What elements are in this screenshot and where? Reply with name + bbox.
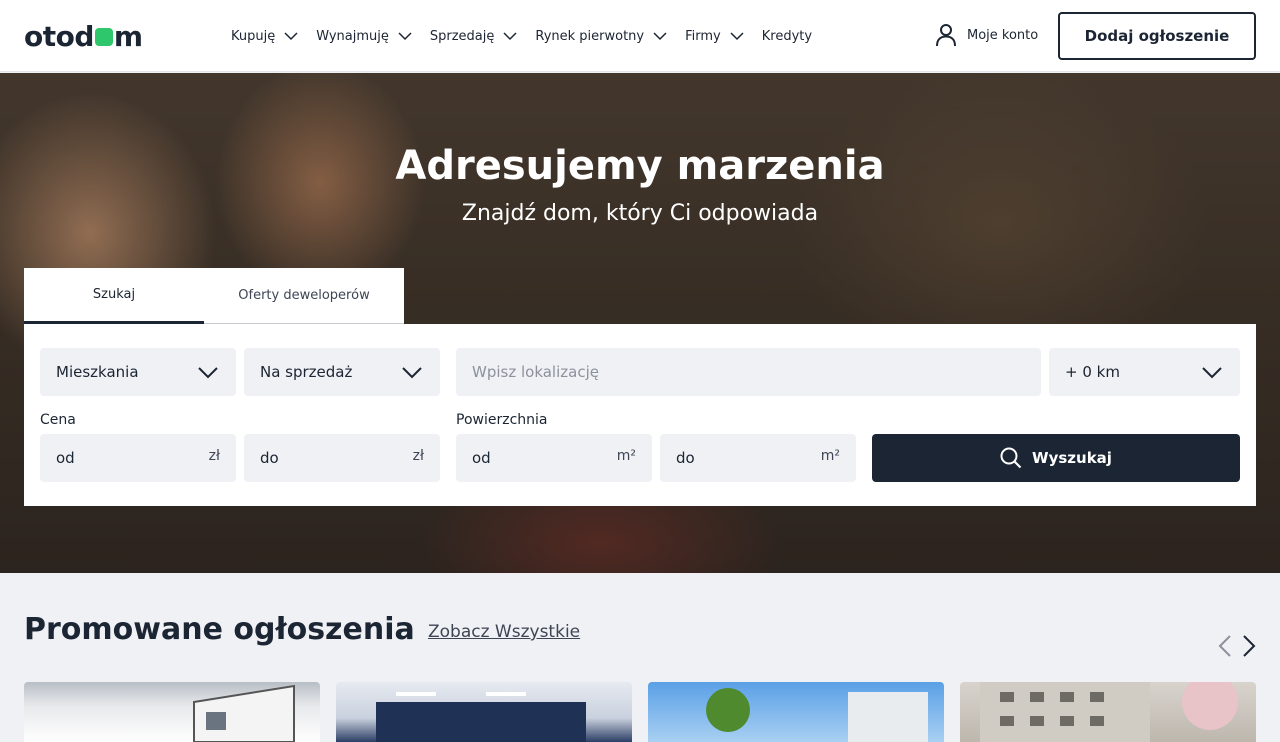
chevron-down-icon [653, 32, 667, 41]
location-placeholder: Wpisz lokalizację [472, 363, 599, 381]
building-image [193, 684, 295, 742]
user-icon [936, 24, 956, 47]
add-listing-button[interactable]: Dodaj ogłoszenie [1058, 12, 1256, 60]
promoted-title: Promowane ogłoszenia [24, 612, 415, 647]
nav-item-label: Kredyty [761, 28, 813, 44]
chevron-down-icon [730, 32, 744, 41]
area-to-value: do [676, 449, 695, 467]
price-unit: zł [412, 448, 424, 464]
top-header: otod m Kupuję Wynajmuję Sprzedaję Rynek p… [0, 0, 1280, 72]
price-to-input[interactable]: do zł [244, 434, 440, 482]
price-label: Cena [40, 412, 76, 428]
chevron-down-icon [1202, 367, 1222, 379]
area-from-value: od [472, 449, 491, 467]
price-to-value: do [260, 449, 279, 467]
area-unit: m² [616, 448, 636, 464]
location-input[interactable]: Wpisz lokalizację [456, 348, 1041, 396]
price-from-value: od [56, 449, 75, 467]
chevron-down-icon [398, 32, 412, 41]
nav-item-label: Rynek pierwotny [535, 28, 645, 44]
otodom-logo[interactable]: otod m [24, 19, 143, 53]
exterior-image [706, 688, 928, 742]
my-account-link[interactable]: Moje konto [935, 23, 1038, 47]
listing-card-image[interactable] [960, 682, 1256, 742]
logo-square-icon [94, 28, 113, 46]
hero-title: Adresujemy marzenia [395, 143, 885, 189]
carousel-prev-icon[interactable] [1216, 634, 1236, 658]
search-panel: Mieszkania Na sprzedaż Wpisz lokalizację… [24, 324, 1256, 506]
property-type-select[interactable]: Mieszkania [40, 348, 236, 396]
search-button-label: Wyszukaj [1032, 449, 1112, 467]
nav-item-label: Sprzedaję [429, 28, 495, 44]
tab-oferty-deweloperow[interactable]: Oferty deweloperów [204, 268, 404, 324]
search-tabs: Szukaj Oferty deweloperów [24, 268, 404, 324]
see-all-link[interactable]: Zobacz Wszystkie [428, 622, 580, 642]
chevron-down-icon [284, 32, 298, 41]
chevron-down-icon [503, 32, 517, 41]
nav-item-label: Kupuję [231, 28, 276, 44]
nav-item-wynajmuje[interactable]: Wynajmuję [316, 28, 413, 44]
area-from-input[interactable]: od m² [456, 434, 652, 482]
property-type-value: Mieszkania [56, 363, 139, 381]
radius-select[interactable]: + 0 km [1049, 348, 1240, 396]
chevron-down-icon [198, 367, 218, 379]
price-unit: zł [208, 448, 220, 464]
listing-card-image[interactable] [648, 682, 944, 742]
chevron-down-icon [402, 367, 422, 379]
main-nav: Kupuję Wynajmuję Sprzedaję Rynek pierwot… [231, 24, 829, 48]
transaction-type-value: Na sprzedaż [260, 363, 353, 381]
nav-item-sprzedaje[interactable]: Sprzedaję [430, 28, 519, 44]
carousel-next-icon[interactable] [1238, 634, 1258, 658]
listing-card-image[interactable] [336, 682, 632, 742]
logo-text-right: m [113, 19, 143, 53]
nav-item-kredyty[interactable]: Kredyty [762, 29, 812, 44]
listing-card-image[interactable] [24, 682, 320, 742]
nav-item-label: Wynajmuję [316, 28, 389, 44]
search-icon [1000, 447, 1022, 469]
hero-subtitle: Znajdź dom, który Ci odpowiada [461, 201, 819, 226]
search-button[interactable]: Wyszukaj [872, 434, 1240, 482]
price-from-input[interactable]: od zł [40, 434, 236, 482]
nav-item-rynek-pierwotny[interactable]: Rynek pierwotny [535, 28, 668, 44]
area-to-input[interactable]: do m² [660, 434, 856, 482]
area-unit: m² [820, 448, 840, 464]
transaction-type-select[interactable]: Na sprzedaż [244, 348, 440, 396]
tab-szukaj[interactable]: Szukaj [24, 268, 204, 324]
area-label: Powierzchnia [456, 412, 548, 428]
my-account-label: Moje konto [967, 27, 1039, 43]
apartment-block-image [980, 682, 1238, 742]
nav-item-label: Firmy [685, 28, 721, 44]
logo-text-left: otod [24, 19, 94, 53]
interior-image [376, 692, 586, 742]
nav-item-firmy[interactable]: Firmy [685, 28, 745, 44]
radius-value: + 0 km [1065, 363, 1120, 381]
nav-item-kupuje[interactable]: Kupuję [231, 28, 299, 44]
